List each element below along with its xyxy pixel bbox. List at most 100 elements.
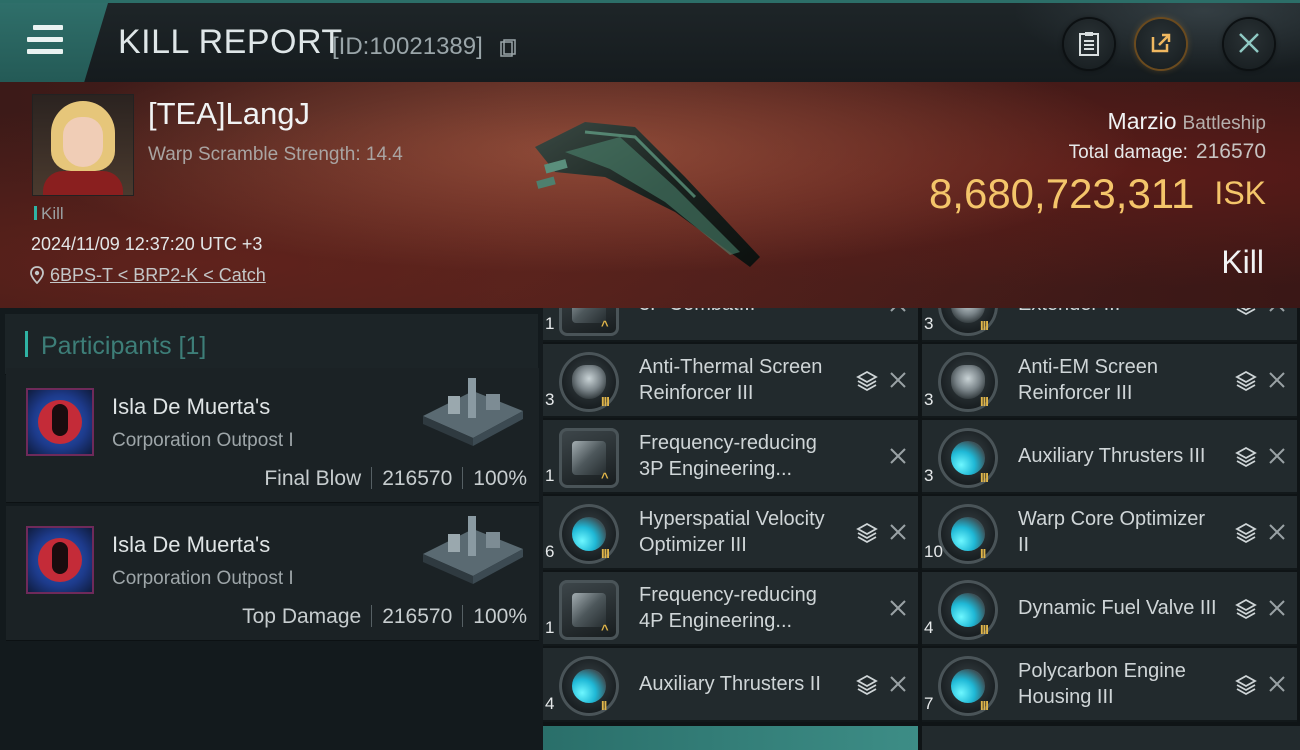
pilot-name[interactable]: [TEA]LangJ [148, 96, 310, 132]
stack-layers-icon[interactable] [1235, 370, 1257, 392]
stack-layers-icon[interactable] [856, 522, 878, 544]
stack-layers-icon[interactable] [1235, 446, 1257, 468]
module-name: Auxiliary Thrusters II [639, 673, 821, 695]
stack-layers-icon[interactable] [1235, 308, 1257, 316]
location-link[interactable]: 6BPS-T < BRP2-K < Catch [30, 265, 266, 286]
victim-summary: [TEA]LangJ Warp Scramble Strength: 14.4 … [0, 82, 1300, 308]
module-card[interactable]: ^ 1 Frequency-reducing 4P Engineering... [543, 572, 918, 646]
total-damage: Total damage: 216570 [1068, 140, 1266, 163]
module-name: Extender III [1018, 308, 1228, 317]
location-text[interactable]: 6BPS-T < BRP2-K < Catch [50, 265, 266, 285]
remove-icon[interactable] [1267, 522, 1287, 542]
module-card[interactable]: ^ 1 Frequency-reducing 3P Engineering... [543, 420, 918, 494]
remove-icon[interactable] [1267, 446, 1287, 466]
remove-icon[interactable] [888, 522, 908, 542]
remove-icon[interactable] [888, 308, 908, 314]
share-icon [1151, 33, 1171, 53]
module-quantity: 4 [545, 694, 555, 713]
rig-icon [559, 428, 619, 488]
stack-layers-icon[interactable] [856, 370, 878, 392]
module-name: 3P Combat... [639, 308, 849, 317]
module-tier-badge: III [980, 698, 989, 713]
module-name: Anti-EM Screen Reinforcer III [1018, 356, 1159, 404]
module-quantity: 3 [924, 466, 934, 485]
report-id: [ID:10021389] [332, 33, 483, 60]
participant-stats: Final Blow 216570 100% [264, 467, 527, 491]
remove-icon[interactable] [888, 370, 908, 390]
remove-icon[interactable] [888, 674, 908, 694]
module-name: Anti-Thermal Screen Reinforcer III [639, 356, 823, 404]
ship-name[interactable]: Marzio Battleship [1108, 108, 1266, 135]
module-quantity: 1 [545, 466, 555, 485]
participant-name: Isla De Muerta's [112, 394, 271, 419]
menu-button[interactable] [0, 3, 108, 82]
module-card[interactable]: ^ 1 3P Combat... [543, 308, 918, 342]
participant-corp: Corporation Outpost I [112, 568, 294, 589]
pilot-portrait[interactable] [32, 94, 134, 196]
participant-name: Isla De Muerta's [112, 532, 271, 557]
participants-panel: Participants [1] Isla De Muerta's Corpor… [0, 308, 540, 750]
kill-result: Kill [1221, 244, 1264, 280]
total-damage-value: 216570 [1195, 140, 1266, 163]
module-tier-badge: III [980, 318, 989, 333]
shield-module-icon [938, 352, 998, 412]
kill-tag: Kill [34, 204, 64, 224]
module-tier-badge: III [980, 622, 989, 637]
module-name: Warp Core Optimizer II [1018, 508, 1206, 556]
remove-icon[interactable] [888, 446, 908, 466]
module-tier-badge: II [601, 698, 607, 713]
module-card[interactable]: III 4 Dynamic Fuel Valve III [922, 572, 1297, 646]
share-button[interactable] [1136, 19, 1186, 69]
module-card-partial[interactable] [543, 726, 918, 750]
remove-icon[interactable] [1267, 308, 1287, 314]
top-bar: KILL REPORT [ID:10021389] [0, 0, 1300, 85]
isk-value: 8,680,723,311 ISK [928, 170, 1266, 217]
module-name: Auxiliary Thrusters III [1018, 445, 1206, 467]
stack-layers-icon[interactable] [856, 674, 878, 696]
copy-icon[interactable] [500, 39, 516, 57]
module-card[interactable]: III 3 Auxiliary Thrusters III [922, 420, 1297, 494]
clipboard-icon [1079, 32, 1099, 56]
hamburger-icon [27, 25, 63, 61]
participant-row[interactable]: Isla De Muerta's Corporation Outpost I T… [6, 506, 539, 641]
module-quantity: 3 [924, 314, 934, 333]
module-card[interactable]: III 6 Hyperspatial Velocity Optimizer III [543, 496, 918, 570]
module-card[interactable]: III 7 Polycarbon Engine Housing III [922, 648, 1297, 722]
clipboard-button[interactable] [1064, 19, 1114, 69]
stack-layers-icon[interactable] [1235, 522, 1257, 544]
stack-layers-icon[interactable] [1235, 598, 1257, 620]
ship-image [535, 122, 760, 267]
remove-icon[interactable] [1267, 598, 1287, 618]
remove-icon[interactable] [1267, 370, 1287, 390]
warp-scramble-strength: Warp Scramble Strength: 14.4 [148, 144, 403, 165]
remove-icon[interactable] [1267, 674, 1287, 694]
module-card[interactable]: III 3 Extender III [922, 308, 1297, 342]
module-name: Frequency-reducing 4P Engineering... [639, 584, 817, 632]
module-card[interactable]: III 3 Anti-EM Screen Reinforcer III [922, 344, 1297, 418]
module-card[interactable]: III 3 Anti-Thermal Screen Reinforcer III [543, 344, 918, 418]
remove-icon[interactable] [888, 598, 908, 618]
module-quantity: 4 [924, 618, 934, 637]
module-name: Polycarbon Engine Housing III [1018, 660, 1186, 708]
module-quantity: 7 [924, 694, 934, 713]
module-name: Dynamic Fuel Valve III [1018, 597, 1217, 619]
module-card-partial[interactable] [922, 726, 1300, 750]
stack-layers-icon[interactable] [1235, 674, 1257, 696]
participant-row[interactable]: Isla De Muerta's Corporation Outpost I F… [6, 368, 539, 503]
thruster-icon [938, 580, 998, 640]
close-button[interactable] [1224, 19, 1274, 69]
participant-corp: Corporation Outpost I [112, 430, 294, 451]
corp-logo [26, 526, 94, 594]
participant-damage: 216570 [382, 467, 453, 490]
thruster-icon [938, 656, 998, 716]
close-icon [1239, 33, 1259, 53]
page-title: KILL REPORT [118, 23, 343, 61]
module-tier-badge: III [980, 470, 989, 485]
module-quantity: 3 [545, 390, 555, 409]
module-tier-badge: ^ [601, 622, 609, 637]
shield-module-icon [559, 352, 619, 412]
module-card[interactable]: II 4 Auxiliary Thrusters II [543, 648, 918, 722]
module-tier-badge: III [980, 394, 989, 409]
module-card[interactable]: II 10 Warp Core Optimizer II [922, 496, 1297, 570]
module-tier-badge: ^ [601, 470, 609, 485]
